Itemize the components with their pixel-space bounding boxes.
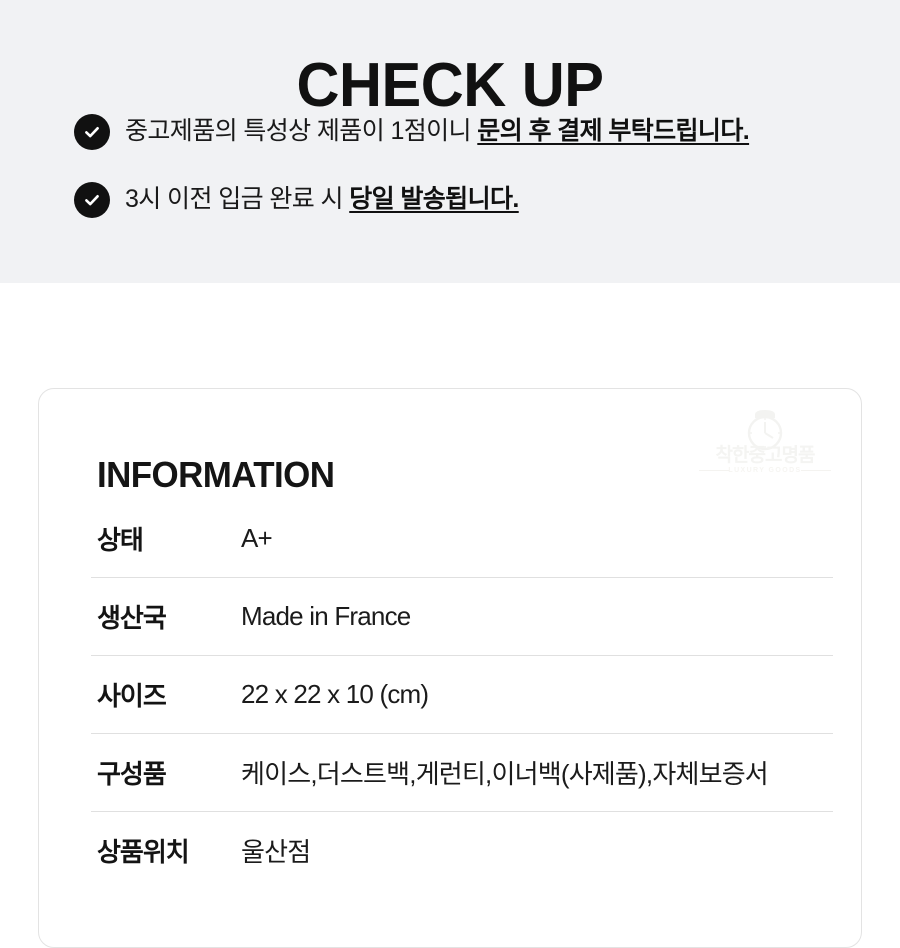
watermark-brand-text: 착한중고명품 (715, 445, 816, 466)
spec-value: Made in France (241, 600, 411, 631)
spec-value: A+ (241, 522, 273, 553)
information-section: INFORMATION 착한중고명품 LUXURY GOODS 상태 A+ 생산… (0, 388, 900, 948)
spec-label: 상품위치 (97, 836, 190, 867)
checkup-item-text: 3시 이전 입금 완료 시 당일 발송됩니다. (125, 180, 519, 218)
spec-label: 상태 (97, 524, 144, 555)
checkup-item-text-plain: 3시 이전 입금 완료 시 (125, 185, 350, 213)
watermark-rule-left (699, 470, 729, 471)
checkup-section: CHECK UP 중고제품의 특성상 제품이 1점이니 문의 후 결제 부탁드립… (0, 0, 900, 283)
spec-label: 생산국 (97, 602, 167, 633)
watermark-rule-right (801, 470, 831, 471)
spec-label: 구성품 (97, 758, 167, 789)
section-spacer (0, 283, 900, 388)
table-row: 상태 A+ (39, 499, 863, 577)
spec-label: 사이즈 (97, 680, 167, 711)
checkup-item-text: 중고제품의 특성상 제품이 1점이니 문의 후 결제 부탁드립니다. (125, 112, 750, 150)
check-circle-icon (74, 114, 110, 150)
table-row: 생산국 Made in France (39, 577, 863, 655)
brand-watermark: 착한중고명품 LUXURY GOODS (697, 409, 833, 479)
checkup-item: 중고제품의 특성상 제품이 1점이니 문의 후 결제 부탁드립니다. (74, 112, 874, 154)
spec-value: 22 x 22 x 10 (cm) (241, 678, 429, 709)
watch-clock-icon (734, 409, 796, 456)
checkup-item-text-emphasis: 당일 발송됩니다. (349, 185, 519, 213)
specification-table: 상태 A+ 생산국 Made in France 사이즈 22 x 22 x 1… (39, 499, 863, 889)
table-row: 상품위치 울산점 (39, 811, 863, 889)
checkup-item: 3시 이전 입금 완료 시 당일 발송됩니다. (74, 180, 874, 222)
checkup-item-text-emphasis: 문의 후 결제 부탁드립니다. (477, 117, 750, 145)
spec-value: 울산점 (241, 836, 311, 867)
watermark-tagline: LUXURY GOODS (728, 467, 802, 474)
table-row: 구성품 케이스,더스트백,게런티,이너백(사제품),자체보증서 (39, 733, 863, 811)
checkup-list: 중고제품의 특성상 제품이 1점이니 문의 후 결제 부탁드립니다. 3시 이전… (74, 112, 874, 248)
information-heading: INFORMATION (97, 453, 335, 495)
checkup-item-text-plain: 중고제품의 특성상 제품이 1점이니 (125, 117, 478, 145)
check-circle-icon (74, 182, 110, 218)
table-row: 사이즈 22 x 22 x 10 (cm) (39, 655, 863, 733)
information-card: INFORMATION 착한중고명품 LUXURY GOODS 상태 A+ 생산… (38, 388, 862, 948)
spec-value: 케이스,더스트백,게런티,이너백(사제품),자체보증서 (241, 758, 769, 789)
checkup-title: CHECK UP (296, 50, 604, 120)
